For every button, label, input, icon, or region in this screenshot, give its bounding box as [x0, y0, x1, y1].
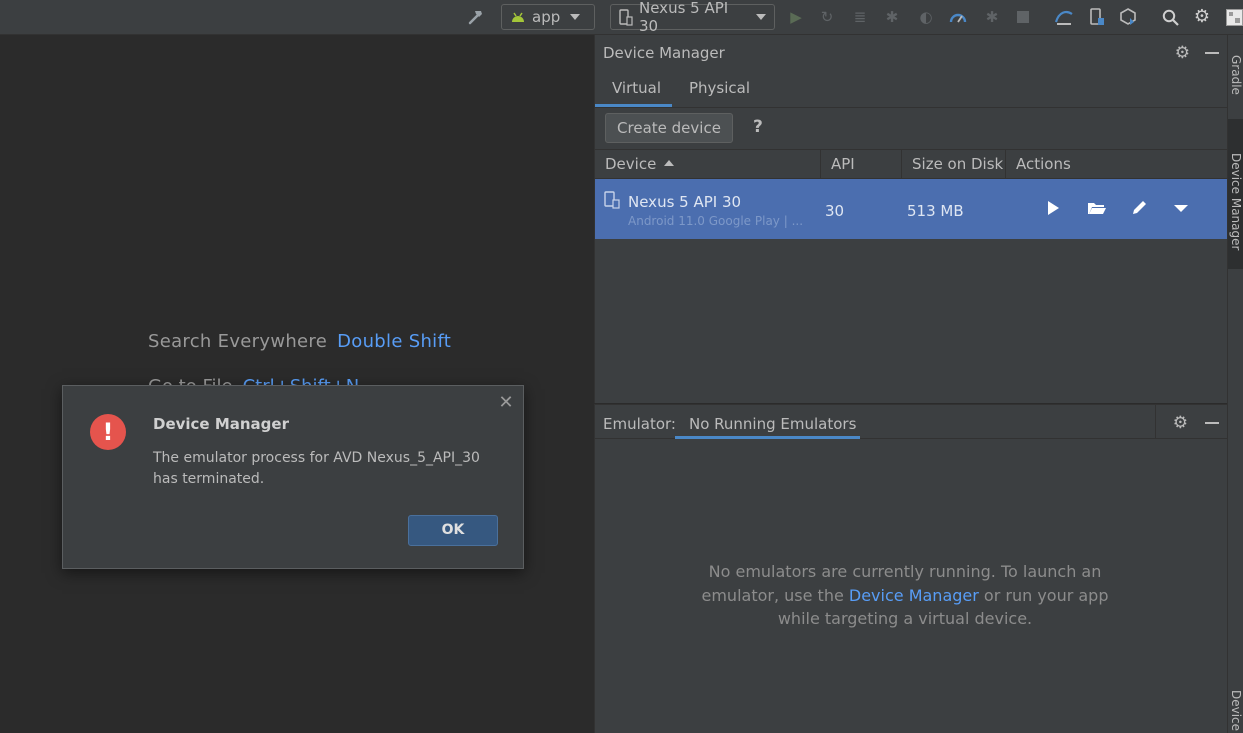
device-table-header: Device API Size on Disk Actions: [595, 149, 1228, 179]
device-manager-link[interactable]: Device Manager: [849, 586, 979, 605]
hint-search-label: Search Everywhere: [148, 331, 328, 352]
android-icon: [510, 10, 526, 24]
column-actions-label: Actions: [1016, 155, 1071, 173]
search-icon[interactable]: [1160, 7, 1180, 27]
avatar[interactable]: [1224, 7, 1243, 27]
column-api-label: API: [831, 155, 855, 173]
device-label: Nexus 5 API 30: [639, 0, 729, 35]
help-icon[interactable]: ?: [753, 117, 763, 137]
chevron-down-icon: [570, 14, 581, 20]
attach-debugger-icon[interactable]: ✱: [982, 7, 1002, 27]
ok-button[interactable]: OK: [408, 515, 498, 546]
device-api: 30: [825, 202, 845, 220]
active-tab-indicator: [675, 436, 860, 439]
phone-icon: [604, 191, 620, 213]
device-manager-panel: Device Manager ⚙ Virtual Physical Create…: [594, 35, 1228, 403]
column-size[interactable]: Size on Disk: [902, 150, 1006, 179]
sdk-manager-icon[interactable]: [1118, 7, 1138, 27]
build-hammer-icon[interactable]: [466, 7, 486, 27]
device-tabs: Virtual Physical: [595, 70, 1228, 108]
debug-icon[interactable]: ✱: [882, 7, 902, 27]
device-subtitle: Android 11.0 Google Play | ...: [628, 214, 804, 228]
gear-icon[interactable]: ⚙: [1175, 43, 1190, 63]
header-divider: [1155, 405, 1156, 439]
error-icon: !: [90, 414, 126, 450]
device-manager-header: Device Manager ⚙: [595, 35, 1228, 70]
emulator-panel: Emulator: No Running Emulators ⚙ No emul…: [594, 404, 1228, 733]
run-icon[interactable]: ▶: [786, 7, 806, 27]
dropdown-caret-icon[interactable]: [1170, 197, 1192, 219]
device-manager-icon[interactable]: [1087, 7, 1107, 27]
device-selector[interactable]: Nexus 5 API 30: [610, 0, 775, 35]
side-tab-device[interactable]: Device: [1229, 690, 1243, 731]
column-device-label: Device: [605, 155, 657, 173]
chevron-down-icon: [756, 14, 766, 20]
column-actions: Actions: [1006, 150, 1228, 179]
apply-code-changes-icon[interactable]: ≣: [850, 7, 870, 27]
side-tab-gradle[interactable]: Gradle: [1229, 55, 1243, 95]
gear-icon[interactable]: ⚙: [1192, 7, 1212, 27]
tab-physical[interactable]: Physical: [689, 79, 750, 97]
active-tab-indicator: [595, 104, 672, 107]
gear-icon[interactable]: ⚙: [1173, 413, 1188, 433]
tab-virtual[interactable]: Virtual: [612, 79, 661, 97]
dialog-message: The emulator process for AVD Nexus_5_API…: [153, 450, 480, 487]
close-icon[interactable]: ✕: [497, 394, 515, 412]
empty-state-message: No emulators are currently running. To l…: [685, 560, 1125, 631]
column-api[interactable]: API: [821, 150, 902, 179]
device-name: Nexus 5 API 30: [628, 193, 742, 211]
folder-icon[interactable]: [1086, 197, 1108, 219]
device-actions-bar: Create device ?: [595, 109, 1228, 149]
hint-search-key: Double Shift: [337, 331, 452, 352]
profile-icon[interactable]: [948, 7, 968, 27]
run-config-label: app: [532, 8, 561, 26]
minimize-icon[interactable]: [1205, 422, 1219, 424]
right-tool-strip: Gradle Device Manager Device: [1227, 35, 1243, 733]
table-row[interactable]: Nexus 5 API 30 Android 11.0 Google Play …: [595, 179, 1227, 239]
panel-title: Device Manager: [603, 44, 725, 62]
pencil-icon[interactable]: [1128, 197, 1150, 219]
coverage-icon[interactable]: ◐: [916, 7, 936, 27]
tab-no-running-emulators[interactable]: No Running Emulators: [689, 415, 856, 433]
side-tab-device-manager[interactable]: Device Manager: [1229, 153, 1243, 250]
search-everywhere-hint: Search Everywhere Double Shift: [148, 331, 451, 352]
device-size: 513 MB: [907, 202, 964, 220]
error-dialog: ✕ ! Device Manager The emulator process …: [62, 385, 524, 569]
minimize-icon[interactable]: [1205, 52, 1219, 54]
play-icon[interactable]: [1042, 197, 1064, 219]
dialog-title: Device Manager: [153, 415, 289, 433]
column-size-label: Size on Disk: [912, 155, 1004, 173]
create-device-button[interactable]: Create device: [605, 113, 733, 143]
sync-gradle-icon[interactable]: [1054, 7, 1074, 27]
sort-ascending-icon: [664, 160, 675, 166]
emulator-label: Emulator:: [603, 415, 676, 433]
apply-changes-icon[interactable]: ↻: [817, 7, 837, 27]
phone-icon: [619, 8, 633, 26]
emulator-header: Emulator: No Running Emulators ⚙: [595, 405, 1228, 439]
column-device[interactable]: Device: [595, 150, 821, 179]
main-toolbar: app Nexus 5 API 30 ▶ ↻ ≣ ✱ ◐ ✱ ⚙: [0, 0, 1243, 35]
stop-icon[interactable]: [1013, 7, 1033, 27]
run-config-selector[interactable]: app: [501, 4, 595, 30]
